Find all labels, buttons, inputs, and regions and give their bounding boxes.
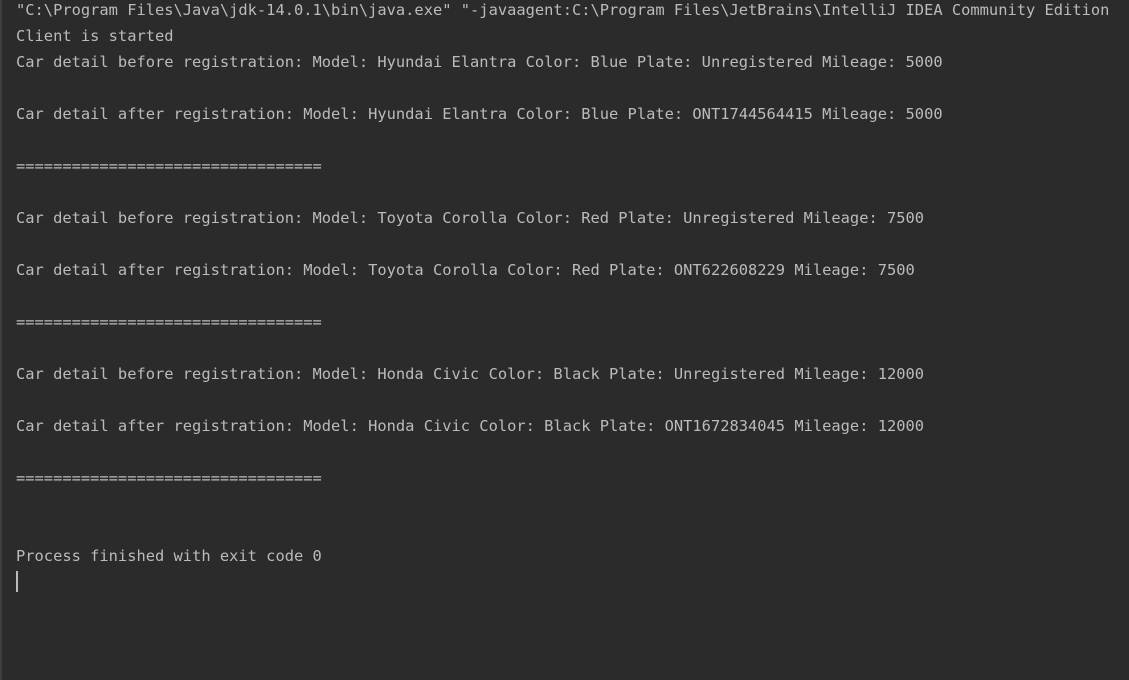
- console-line-car3-after: Car detail after registration: Model: Ho…: [16, 417, 925, 435]
- console-line-client-started: Client is started: [16, 27, 174, 45]
- console-output-text: "C:\Program Files\Java\jdk-14.0.1\bin\ja…: [16, 0, 1129, 592]
- run-console-output[interactable]: "C:\Program Files\Java\jdk-14.0.1\bin\ja…: [0, 0, 1129, 680]
- console-line-car1-before: Car detail before registration: Model: H…: [16, 53, 943, 71]
- console-line-car3-before: Car detail before registration: Model: H…: [16, 365, 925, 383]
- console-gutter-edge: [0, 0, 2, 680]
- console-line-car2-after: Car detail after registration: Model: To…: [16, 261, 915, 279]
- console-command-line: "C:\Program Files\Java\jdk-14.0.1\bin\ja…: [16, 1, 1110, 19]
- console-line-separator: =================================: [16, 469, 322, 487]
- console-line-car1-after: Car detail after registration: Model: Hy…: [16, 105, 943, 123]
- console-line-car2-before: Car detail before registration: Model: T…: [16, 209, 925, 227]
- console-line-separator: =================================: [16, 157, 322, 175]
- text-caret: [16, 571, 18, 592]
- console-line-separator: =================================: [16, 313, 322, 331]
- console-line-process-finished: Process finished with exit code 0: [16, 547, 322, 565]
